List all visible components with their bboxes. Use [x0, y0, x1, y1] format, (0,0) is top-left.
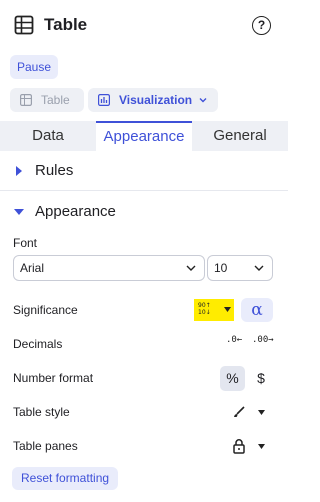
appearance-section-toggle[interactable]: Appearance — [0, 192, 288, 232]
visualization-view-label: Visualization — [119, 93, 193, 107]
significance-picker[interactable]: 90↑ 10↓ — [194, 299, 234, 321]
chevron-down-icon — [199, 98, 207, 103]
number-format-label: Number format — [13, 371, 94, 385]
dropdown-arrow-icon — [258, 444, 265, 449]
caret-down-icon — [14, 209, 24, 215]
chevron-down-icon — [254, 265, 264, 271]
font-label: Font — [13, 236, 38, 250]
panel-tabs: Data Appearance General — [0, 121, 288, 151]
table-panes-picker[interactable] — [229, 435, 269, 457]
visualization-view-button[interactable]: Visualization — [88, 88, 218, 112]
font-size-value: 10 — [214, 261, 228, 275]
bar-chart-icon — [98, 94, 110, 106]
table-style-label: Table style — [13, 405, 70, 419]
appearance-section-title: Appearance — [35, 203, 116, 220]
table-view-button[interactable]: Table — [10, 88, 84, 112]
tab-data[interactable]: Data — [0, 121, 96, 151]
decimals-label: Decimals — [13, 337, 63, 351]
tab-appearance[interactable]: Appearance — [96, 121, 192, 151]
tab-general[interactable]: General — [192, 121, 288, 151]
significance-icon: 90↑ 10↓ — [198, 302, 211, 316]
table-view-label: Table — [41, 93, 70, 107]
panel-title: Table — [44, 15, 88, 34]
percent-format-button[interactable]: % — [220, 366, 245, 391]
table-style-picker[interactable] — [229, 401, 269, 423]
currency-format-button[interactable]: $ — [252, 366, 270, 391]
paintbrush-icon — [234, 406, 245, 417]
rules-section-toggle[interactable]: Rules — [0, 151, 288, 191]
help-icon[interactable]: ? — [252, 16, 271, 35]
increase-decimals-button[interactable]: .00→ — [252, 335, 274, 355]
reset-formatting-button[interactable]: Reset formatting — [12, 467, 119, 490]
font-size-select[interactable]: 10 — [207, 255, 273, 281]
significance-label: Significance — [13, 303, 78, 317]
table-panes-label: Table panes — [13, 439, 78, 453]
panel-header: Table ? — [14, 13, 276, 37]
lock-icon — [233, 439, 245, 454]
table-icon — [20, 94, 32, 106]
dropdown-arrow-icon — [258, 410, 265, 415]
decrease-decimals-button[interactable]: .0← — [226, 335, 246, 355]
dropdown-arrow-icon — [224, 307, 231, 312]
pause-button[interactable]: Pause — [10, 55, 59, 79]
table-icon — [14, 15, 34, 35]
chevron-down-icon — [186, 265, 196, 271]
font-family-value: Arial — [20, 261, 45, 275]
alpha-button[interactable]: α — [241, 298, 273, 322]
caret-right-icon — [16, 166, 22, 176]
rules-section-title: Rules — [35, 162, 74, 179]
font-family-select[interactable]: Arial — [13, 255, 205, 281]
